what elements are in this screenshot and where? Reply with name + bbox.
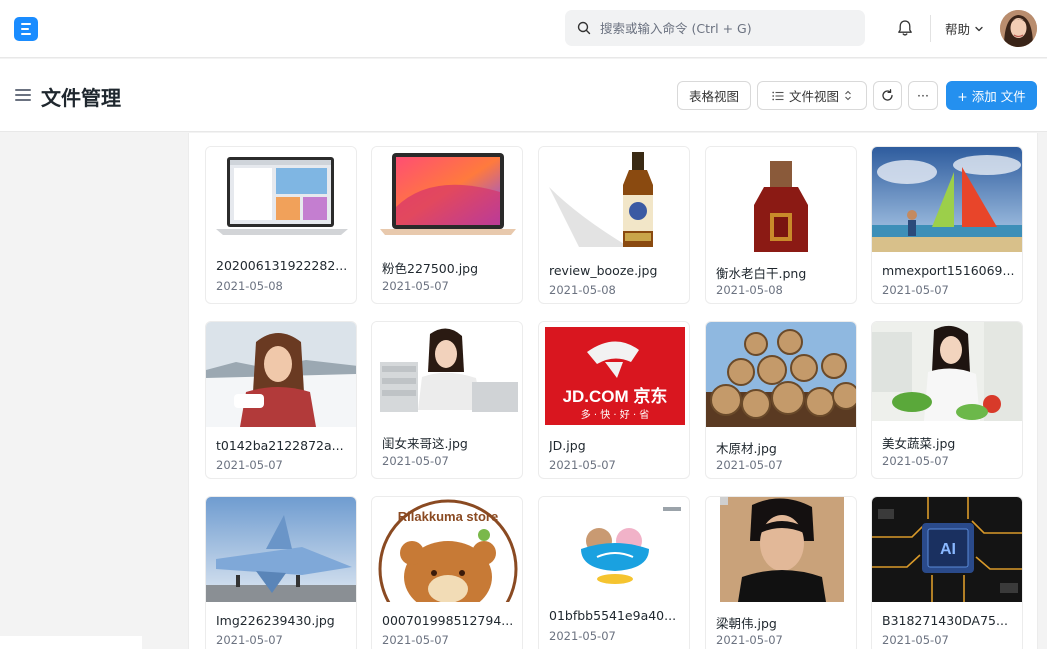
file-card[interactable]: 粉色227500.jpg 2021-05-07 <box>371 146 523 304</box>
file-name: t0142ba2122872a... <box>216 438 344 453</box>
select-arrows-icon <box>845 90 851 101</box>
file-date: 2021-05-07 <box>382 633 449 647</box>
search-icon <box>577 21 591 35</box>
file-name: JD.jpg <box>549 438 586 453</box>
refresh-button[interactable] <box>873 81 902 110</box>
notification-bell-icon[interactable] <box>895 18 915 38</box>
file-thumbnail <box>372 322 522 421</box>
table-view-label: 表格视图 <box>688 89 739 104</box>
search-input[interactable] <box>600 20 850 36</box>
table-view-button[interactable]: 表格视图 <box>677 81 751 110</box>
file-date: 2021-05-07 <box>382 279 449 293</box>
file-name: B318271430DA75... <box>882 613 1008 628</box>
file-card[interactable]: t0142ba2122872a... 2021-05-07 <box>205 321 357 479</box>
help-dropdown[interactable]: 帮助 <box>945 19 984 38</box>
more-actions-label: ··· <box>917 88 929 103</box>
file-thumbnail <box>539 497 689 596</box>
add-file-label: + 添加 文件 <box>957 89 1026 104</box>
file-thumbnail: JD.COM 京东 多 · 快 · 好 · 省 <box>539 322 689 427</box>
file-name: 梁朝伟.jpg <box>716 616 777 631</box>
file-name: review_booze.jpg <box>549 263 658 278</box>
user-avatar[interactable] <box>1000 10 1037 47</box>
file-thumbnail <box>706 147 856 252</box>
file-name: 衡水老白干.png <box>716 266 807 281</box>
file-date: 2021-05-07 <box>882 454 949 468</box>
file-card[interactable]: AI B318271430DA75... 2021-05-07 <box>871 496 1023 649</box>
file-card[interactable]: 美女蔬菜.jpg 2021-05-07 <box>871 321 1023 479</box>
file-thumbnail <box>706 497 856 602</box>
file-date: 2021-05-07 <box>716 458 783 472</box>
file-view-select[interactable]: 文件视图 <box>757 81 867 110</box>
file-card[interactable]: 木原材.jpg 2021-05-07 <box>705 321 857 479</box>
add-file-button[interactable]: + 添加 文件 <box>946 81 1037 110</box>
file-name: 202006131922282... <box>216 258 348 273</box>
page-header: 文件管理 表格视图 文件视图 ··· + 添加 文件 <box>0 59 1047 132</box>
file-card[interactable]: 01bfbb5541e9a40... 2021-05-07 <box>538 496 690 649</box>
file-card[interactable]: 梁朝伟.jpg 2021-05-07 <box>705 496 857 649</box>
file-card[interactable]: 衡水老白干.png 2021-05-08 <box>705 146 857 304</box>
chevron-down-icon <box>975 26 983 31</box>
file-name: 粉色227500.jpg <box>382 261 479 276</box>
page-title: 文件管理 <box>41 86 121 110</box>
file-name: 01bfbb5541e9a40... <box>549 608 677 623</box>
file-card[interactable]: 闺女来哥这.jpg 2021-05-07 <box>371 321 523 479</box>
top-navbar: 帮助 <box>0 0 1047 58</box>
file-name: mmexport1516069... <box>882 263 1015 278</box>
file-date: 2021-05-08 <box>549 283 616 297</box>
file-thumbnail <box>872 147 1022 252</box>
file-date: 2021-05-07 <box>382 454 449 468</box>
help-label: 帮助 <box>945 22 971 37</box>
search-bar[interactable] <box>565 10 865 46</box>
file-grid: 202006131922282... 2021-05-08 粉色227500.j… <box>188 133 1038 649</box>
file-date: 2021-05-07 <box>216 633 283 647</box>
file-thumbnail <box>872 322 1022 421</box>
file-card[interactable]: Rilakkuma store 000701998512794... 2021-… <box>371 496 523 649</box>
rilakkuma-text: Rilakkuma store <box>398 509 498 524</box>
file-thumbnail <box>206 147 356 246</box>
file-date: 2021-05-07 <box>216 458 283 472</box>
list-icon <box>772 91 784 100</box>
file-thumbnail: Rilakkuma store <box>372 497 522 602</box>
file-thumbnail: AI <box>872 497 1022 602</box>
file-card[interactable]: JD.COM 京东 多 · 快 · 好 · 省 JD.jpg 2021-05-0… <box>538 321 690 479</box>
file-date: 2021-05-08 <box>716 283 783 297</box>
ai-chip-text: AI <box>940 541 956 558</box>
file-date: 2021-05-07 <box>882 633 949 647</box>
file-card[interactable]: review_booze.jpg 2021-05-08 <box>538 146 690 304</box>
file-name: 闺女来哥这.jpg <box>382 436 468 451</box>
file-thumbnail <box>206 497 356 602</box>
file-thumbnail <box>539 147 689 252</box>
navbar-divider <box>930 15 931 42</box>
file-date: 2021-05-07 <box>882 283 949 297</box>
file-name: Img226239430.jpg <box>216 613 335 628</box>
file-date: 2021-05-07 <box>549 629 616 643</box>
refresh-icon <box>882 89 893 101</box>
file-name: 木原材.jpg <box>716 441 777 456</box>
file-thumbnail <box>372 147 522 246</box>
sidebar-toggle-icon[interactable] <box>15 89 31 102</box>
file-card[interactable]: mmexport1516069... 2021-05-07 <box>871 146 1023 304</box>
jd-slogan-text: 多 · 快 · 好 · 省 <box>581 408 650 421</box>
file-card[interactable]: Img226239430.jpg 2021-05-07 <box>205 496 357 649</box>
file-view-label: 文件视图 <box>788 89 839 104</box>
file-date: 2021-05-07 <box>549 458 616 472</box>
file-thumbnail <box>706 322 856 427</box>
app-logo-icon[interactable] <box>14 17 38 41</box>
file-date: 2021-05-08 <box>216 279 283 293</box>
jd-brand-text: JD.COM 京东 <box>563 386 668 406</box>
file-card[interactable]: 202006131922282... 2021-05-08 <box>205 146 357 304</box>
file-date: 2021-05-07 <box>716 633 783 647</box>
file-name: 美女蔬菜.jpg <box>882 436 956 451</box>
file-thumbnail <box>206 322 356 427</box>
more-actions-button[interactable]: ··· <box>908 81 938 110</box>
sidebar-footer-strip <box>0 636 142 649</box>
file-name: 000701998512794... <box>382 613 514 628</box>
